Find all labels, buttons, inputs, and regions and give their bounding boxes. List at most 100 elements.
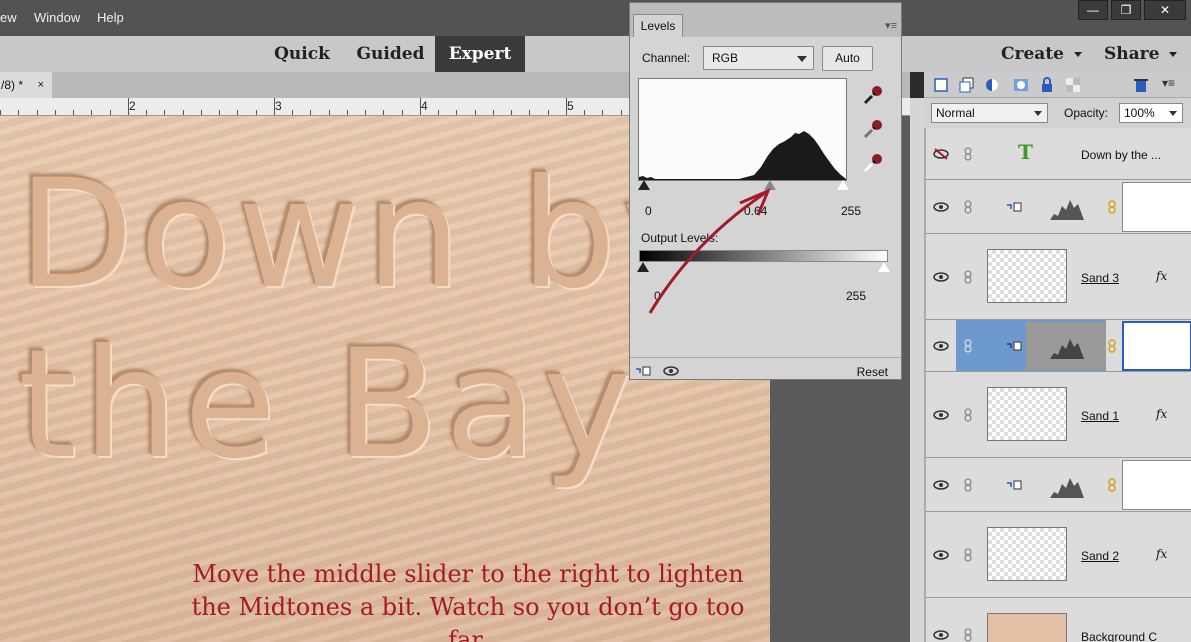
panel-menu-icon[interactable]: ▾≡ xyxy=(1162,76,1180,94)
layer-row-levels-adjustment[interactable] xyxy=(926,458,1191,512)
add-mask-icon[interactable] xyxy=(1012,76,1030,94)
close-tab-icon[interactable]: × xyxy=(38,72,44,98)
panel-menu-icon[interactable]: ▾≡ xyxy=(885,19,897,32)
layer-row-text[interactable]: T Down by the ... xyxy=(926,128,1191,180)
restore-button[interactable]: ❐ xyxy=(1111,0,1141,20)
output-white-slider[interactable] xyxy=(878,262,890,272)
text-layer-icon: T xyxy=(1018,140,1033,164)
eye-icon[interactable] xyxy=(933,271,949,283)
mode-guided[interactable]: Guided xyxy=(348,36,433,72)
layer-row-sand-3[interactable]: Sand 3 fx xyxy=(926,234,1191,320)
channel-label: Channel: xyxy=(642,51,691,65)
ruler-tick xyxy=(365,110,366,115)
mode-expert[interactable]: Expert xyxy=(435,36,525,72)
adjustment-layer-icon[interactable] xyxy=(984,76,1002,94)
black-point-eyedropper-icon[interactable] xyxy=(862,84,884,106)
share-menu[interactable]: Share xyxy=(1104,36,1178,72)
eye-icon[interactable] xyxy=(933,201,949,213)
eye-icon[interactable] xyxy=(933,629,949,641)
layer-mask-thumbnail[interactable] xyxy=(1122,182,1191,232)
gray-point-eyedropper-icon[interactable] xyxy=(862,118,884,140)
eye-icon[interactable] xyxy=(663,365,679,377)
layer-thumbnail[interactable] xyxy=(987,387,1067,441)
lock-icon[interactable] xyxy=(1038,76,1056,94)
new-group-icon[interactable] xyxy=(958,76,976,94)
create-label: Create xyxy=(1001,44,1064,64)
eye-icon[interactable] xyxy=(933,409,949,421)
eye-icon[interactable] xyxy=(933,340,949,352)
channel-select[interactable]: RGB xyxy=(703,46,814,70)
opacity-field[interactable]: 100% xyxy=(1119,103,1183,123)
link-icon[interactable] xyxy=(963,408,973,422)
minimize-button[interactable]: — xyxy=(1078,0,1108,20)
clip-icon xyxy=(1007,202,1022,212)
layer-row-levels-adjustment-selected[interactable] xyxy=(926,320,1191,372)
layers-toolbar: ▾≡ xyxy=(924,72,1191,98)
auto-button[interactable]: Auto xyxy=(822,46,873,71)
link-icon[interactable] xyxy=(963,270,973,284)
document-tab[interactable]: /8) * × xyxy=(0,72,52,98)
close-button[interactable]: ✕ xyxy=(1144,0,1186,20)
ruler-tick xyxy=(183,110,184,115)
hidden-eye-icon[interactable] xyxy=(933,148,949,160)
output-white-value[interactable]: 255 xyxy=(846,289,866,303)
input-white-slider[interactable] xyxy=(837,180,849,190)
layer-row-sand-2[interactable]: Sand 2 fx xyxy=(926,512,1191,598)
levels-titlebar[interactable]: Levels ▾≡ xyxy=(630,3,901,37)
eye-icon[interactable] xyxy=(933,549,949,561)
fx-badge[interactable]: fx xyxy=(1156,407,1167,421)
new-layer-icon[interactable] xyxy=(932,76,950,94)
layer-mask-thumbnail[interactable] xyxy=(1122,321,1191,371)
ruler-tick xyxy=(475,110,476,115)
layer-name[interactable]: Sand 3 xyxy=(1081,271,1119,285)
layer-name[interactable]: Down by the ... xyxy=(1081,148,1161,162)
link-icon[interactable] xyxy=(963,147,973,161)
menu-window[interactable]: Window xyxy=(34,10,80,25)
ruler-tick xyxy=(402,110,403,115)
ruler-tick xyxy=(584,110,585,115)
layer-thumbnail[interactable] xyxy=(987,527,1067,581)
reset-button[interactable]: Reset xyxy=(857,365,888,379)
levels-tab[interactable]: Levels xyxy=(633,14,683,37)
instruction-text: Move the middle slider to the right to l… xyxy=(168,558,768,642)
layer-name[interactable]: Sand 2 xyxy=(1081,549,1119,563)
ruler-tick xyxy=(456,110,457,115)
fx-badge[interactable]: fx xyxy=(1156,547,1167,561)
fx-badge[interactable]: fx xyxy=(1156,269,1167,283)
create-menu[interactable]: Create xyxy=(1001,36,1082,72)
layer-name[interactable]: Background C xyxy=(1081,630,1157,642)
ruler-tick xyxy=(566,98,567,115)
menu-bar: ew Window Help — ❐ ✕ xyxy=(0,0,1191,36)
blend-mode-select[interactable]: Normal xyxy=(931,103,1048,123)
link-icon[interactable] xyxy=(963,628,973,642)
white-point-eyedropper-icon[interactable] xyxy=(862,152,884,174)
blend-mode-value: Normal xyxy=(936,106,975,120)
canvas-scrollbar[interactable] xyxy=(910,98,924,642)
ruler-tick xyxy=(55,110,56,115)
layer-thumbnail[interactable] xyxy=(987,249,1067,303)
mode-bar: Quick Guided Expert Create Share xyxy=(0,36,1191,72)
layer-row-sand-1[interactable]: Sand 1 fx xyxy=(926,372,1191,458)
link-icon[interactable] xyxy=(963,200,973,214)
layer-thumbnail[interactable] xyxy=(987,613,1067,642)
link-icon[interactable] xyxy=(963,478,973,492)
sand-writing-line-2: the Bay xyxy=(18,318,638,492)
layer-mask-thumbnail[interactable] xyxy=(1122,460,1191,510)
link-icon[interactable] xyxy=(963,339,973,353)
trash-icon[interactable] xyxy=(1132,76,1150,94)
sand-writing: Down by the Bay xyxy=(18,150,717,490)
layer-row-background[interactable]: Background C xyxy=(926,598,1191,642)
mode-quick[interactable]: Quick xyxy=(262,36,342,72)
menu-view[interactable]: ew xyxy=(0,10,17,25)
eye-icon[interactable] xyxy=(933,479,949,491)
annotation-arrow xyxy=(648,188,771,314)
link-icon[interactable] xyxy=(963,548,973,562)
clip-to-layer-icon[interactable] xyxy=(635,365,651,377)
lock-transparency-icon[interactable] xyxy=(1064,76,1082,94)
input-white-value[interactable]: 255 xyxy=(841,204,861,218)
ruler-tick xyxy=(329,110,330,115)
ruler-tick xyxy=(128,98,129,115)
menu-help[interactable]: Help xyxy=(97,10,124,25)
layer-row-levels-adjustment[interactable] xyxy=(926,180,1191,234)
layer-name[interactable]: Sand 1 xyxy=(1081,409,1119,423)
